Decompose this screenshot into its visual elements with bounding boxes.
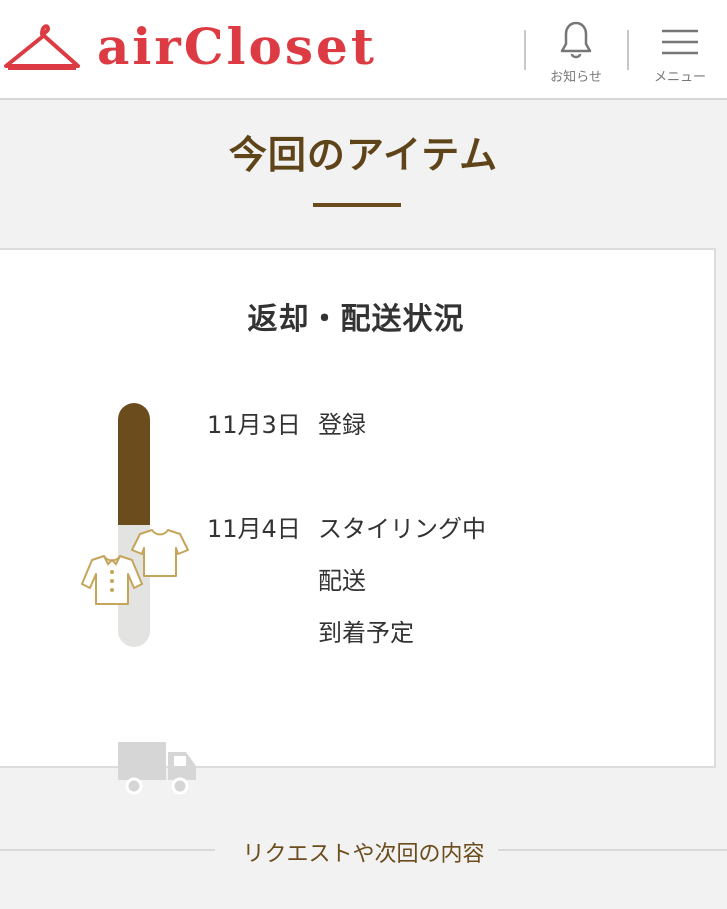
notifications-label: お知らせ [550, 70, 602, 85]
event-label: 配送 [318, 567, 366, 595]
section-divider [498, 849, 727, 851]
delivery-status-card: 返却・配送状況 11月3日 登録 11月4日 スタイリング中 配送 到着予定 [0, 248, 716, 795]
event-label: スタイリング中 [318, 515, 486, 543]
hamburger-menu-icon [662, 29, 698, 55]
event-date: 11月3日 [207, 411, 301, 439]
clothes-icon [81, 529, 189, 605]
bell-icon [560, 21, 592, 59]
event-label: 到着予定 [318, 619, 414, 647]
menu-label: メニュー [653, 70, 706, 85]
hanger-logo-icon [4, 24, 80, 70]
next-section-label[interactable]: リクエストや次回の内容 [0, 836, 727, 868]
notifications-button[interactable]: お知らせ [536, 18, 616, 88]
header-divider [627, 30, 629, 70]
event-label: 登録 [318, 411, 366, 439]
app-header: airCloset お知らせ メニュー [0, 0, 727, 100]
menu-button[interactable]: メニュー [640, 18, 720, 88]
title-underline [313, 203, 401, 207]
page-title: 今回のアイテム [228, 133, 499, 177]
progress-track [118, 403, 150, 647]
card-title: 返却・配送状況 [247, 302, 465, 337]
truck-icon [118, 742, 196, 795]
logo-wordmark: airCloset [97, 17, 377, 76]
header-divider [524, 30, 526, 70]
progress-fill [118, 403, 150, 525]
event-date: 11月4日 [207, 515, 301, 543]
